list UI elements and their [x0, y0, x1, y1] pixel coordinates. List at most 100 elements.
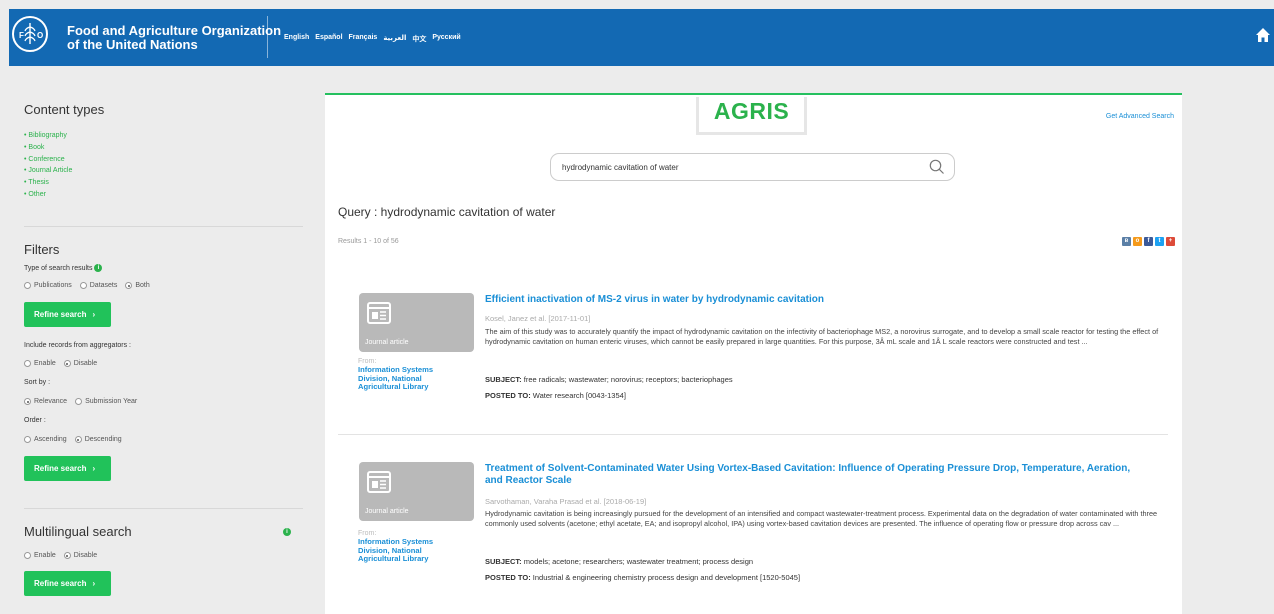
multilingual-heading: Multilingual search: [24, 524, 132, 539]
record-title-link[interactable]: Treatment of Solvent-Contaminated Water …: [485, 463, 1145, 487]
content-type-thesis[interactable]: Thesis: [24, 177, 72, 189]
posted-value: Industrial & engineering chemistry proce…: [532, 573, 801, 582]
record-subject: SUBJECT: free radicals; wastewater; noro…: [485, 375, 1165, 384]
record-type-label: Journal article: [365, 508, 409, 515]
twitter-icon[interactable]: t: [1155, 237, 1164, 246]
order-label: Order :: [24, 417, 46, 424]
provider-link[interactable]: Information Systems Division, National A…: [358, 365, 458, 392]
filter-sidebar: Content types Bibliography Book Conferen…: [9, 66, 309, 614]
content-type-bibliography[interactable]: Bibliography: [24, 130, 72, 142]
info-icon[interactable]: i: [94, 264, 103, 272]
ok-icon[interactable]: o: [1133, 237, 1142, 246]
radio-selected-icon: [24, 398, 31, 405]
radio-agg-enable[interactable]: Enable: [24, 360, 56, 367]
search-icon[interactable]: [929, 159, 945, 180]
order-radios: Ascending Descending: [24, 436, 122, 443]
radio-ml-enable[interactable]: Enable: [24, 552, 56, 559]
lang-russian[interactable]: Русский: [432, 34, 460, 44]
record-authors: Sarvothaman, Varaha Prasad et al. [2018-…: [485, 497, 647, 506]
lang-spanish[interactable]: Español: [315, 34, 342, 44]
content-types-list: Bibliography Book Conference Journal Art…: [24, 130, 72, 201]
button-label: Refine search: [34, 464, 87, 473]
record-title-link[interactable]: Efficient inactivation of MS-2 virus in …: [485, 294, 1145, 306]
posted-label: POSTED TO:: [485, 391, 531, 400]
radio-label: Relevance: [34, 398, 68, 405]
type-of-results-label: Type of search results i: [24, 264, 103, 272]
sort-by-label: Sort by :: [24, 379, 51, 386]
radio-relevance[interactable]: Relevance: [24, 398, 67, 405]
subject-value: free radicals; wastewater; norovirus; re…: [523, 375, 733, 384]
radio-circle-icon: [75, 398, 83, 405]
content-type-conference[interactable]: Conference: [24, 154, 72, 166]
content-type-journal-article[interactable]: Journal Article: [24, 165, 72, 177]
record-thumbnail[interactable]: Journal article: [359, 293, 474, 352]
radio-selected-icon: [125, 282, 133, 289]
radio-datasets[interactable]: Datasets: [79, 282, 117, 289]
radio-agg-disable[interactable]: Disable: [63, 360, 98, 367]
radio-label: Descending: [84, 436, 122, 443]
results-count: Results 1 - 10 of 56: [338, 238, 399, 245]
document-icon: [367, 471, 391, 493]
advanced-search-link[interactable]: Get Advanced Search: [1106, 113, 1174, 120]
filters-heading: Filters: [24, 242, 60, 257]
language-switcher: English Español Français العربية 中文 Русс…: [284, 34, 461, 44]
facebook-icon[interactable]: f: [1144, 237, 1153, 246]
radio-label: Both: [135, 282, 150, 289]
lang-english[interactable]: English: [284, 34, 309, 44]
content-type-book[interactable]: Book: [24, 142, 72, 154]
from-label: From:: [358, 358, 377, 365]
radio-label: Disable: [73, 552, 98, 559]
organization-name[interactable]: Food and Agriculture Organization of the…: [67, 24, 281, 52]
home-icon[interactable]: [1255, 27, 1271, 43]
radio-ml-disable[interactable]: Disable: [63, 552, 98, 559]
aggregators-label: Include records from aggregators :: [24, 342, 131, 349]
radio-submission-year[interactable]: Submission Year: [75, 398, 137, 405]
sort-by-radios: Relevance Submission Year: [24, 398, 137, 405]
org-line-2: of the United Nations: [67, 37, 198, 52]
lang-arabic[interactable]: العربية: [383, 34, 406, 44]
radio-publications[interactable]: Publications: [24, 282, 72, 289]
radio-circle-icon: [24, 552, 31, 559]
record-authors: Kosel, Janez et al. [2017-11-01]: [485, 314, 591, 323]
info-icon[interactable]: i: [283, 528, 291, 536]
radio-ascending[interactable]: Ascending: [24, 436, 67, 443]
record-divider: [338, 434, 1168, 435]
agris-logo[interactable]: AGRIS: [696, 97, 807, 135]
top-header: F O Food and Agriculture Organization of…: [9, 9, 1274, 66]
lang-chinese[interactable]: 中文: [412, 34, 426, 44]
results-panel: AGRIS Get Advanced Search hydrodynamic c…: [325, 93, 1182, 614]
vk-icon[interactable]: в: [1122, 237, 1131, 246]
chevron-right-icon: ›: [92, 464, 96, 473]
radio-selected-icon: [74, 436, 82, 443]
radio-both[interactable]: Both: [125, 282, 150, 289]
radio-circle-icon: [24, 282, 31, 289]
google-plus-icon[interactable]: +: [1166, 237, 1175, 246]
refine-search-button-3[interactable]: Refine search ›: [24, 571, 111, 596]
fao-logo-icon[interactable]: F O: [12, 16, 48, 52]
posted-value: Water research [0043-1354]: [532, 391, 626, 400]
search-query-text: hydrodynamic cavitation of water: [562, 163, 679, 172]
type-of-results-radios: Publications Datasets Both: [24, 282, 150, 289]
refine-search-button-2[interactable]: Refine search ›: [24, 456, 111, 481]
sidebar-divider: [24, 508, 303, 509]
record-subject: SUBJECT: models; acetone; researchers; w…: [485, 557, 1165, 566]
subject-label: SUBJECT:: [485, 375, 522, 384]
radio-label: Enable: [34, 360, 56, 367]
record-posted-to: POSTED TO: Industrial & engineering chem…: [485, 573, 1165, 582]
search-input[interactable]: hydrodynamic cavitation of water: [550, 153, 955, 181]
record-posted-to: POSTED TO: Water research [0043-1354]: [485, 391, 1165, 400]
content-type-other[interactable]: Other: [24, 189, 72, 201]
radio-descending[interactable]: Descending: [74, 436, 122, 443]
provider-link[interactable]: Information Systems Division, National A…: [358, 537, 458, 564]
header-divider: [267, 16, 268, 58]
button-label: Refine search: [34, 579, 87, 588]
record-thumbnail[interactable]: Journal article: [359, 462, 474, 521]
refine-search-button-1[interactable]: Refine search ›: [24, 302, 111, 327]
radio-selected-icon: [63, 552, 71, 559]
radio-label: Disable: [73, 360, 98, 367]
lang-french[interactable]: Français: [349, 34, 378, 44]
radio-circle-icon: [24, 360, 31, 367]
radio-label: Enable: [34, 552, 56, 559]
aggregators-radios: Enable Disable: [24, 360, 97, 367]
posted-label: POSTED TO:: [485, 573, 531, 582]
